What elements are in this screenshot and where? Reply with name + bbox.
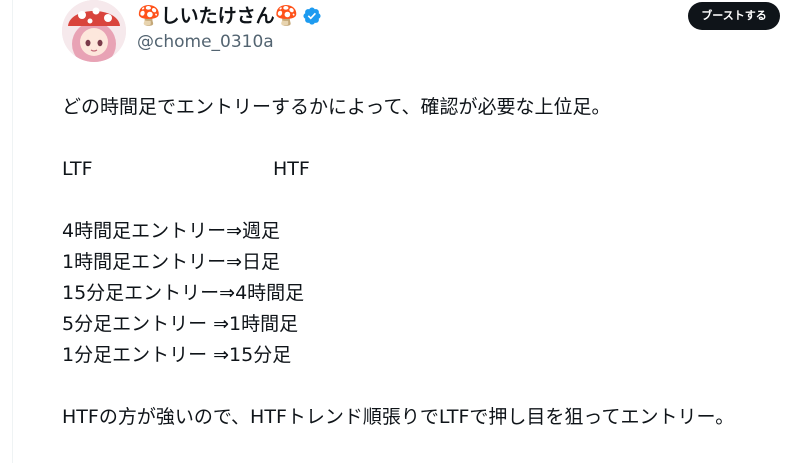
display-name[interactable]: 🍄しいたけさん🍄	[137, 4, 298, 28]
ltf-label: LTF	[62, 158, 93, 180]
mapping-line: 1分足エントリー ⇒15分足	[62, 344, 292, 366]
verified-badge-icon	[303, 7, 321, 25]
mapping-line: 1時間足エントリー⇒日足	[62, 251, 281, 273]
author-handle[interactable]: @chome_0310a	[137, 31, 274, 53]
mapping-line: 4時間足エントリー⇒週足	[62, 220, 281, 242]
timeframe-header: LTF HTF	[62, 154, 782, 185]
tweet-line-conclusion: HTFの方が強いので、HTFトレンド順張りでLTFで押し目を狙ってエントリー。	[62, 406, 735, 428]
boost-button[interactable]: ブーストする	[688, 2, 780, 30]
avatar[interactable]	[62, 0, 126, 62]
mapping-line: 5分足エントリー ⇒1時間足	[62, 313, 299, 335]
tweet-text: どの時間足でエントリーするかによって、確認が必要な上位足。 LTF HTF 4時…	[62, 92, 782, 433]
tweet-line-intro: どの時間足でエントリーするかによって、確認が必要な上位足。	[62, 96, 611, 118]
htf-label: HTF	[273, 158, 310, 180]
mapping-line: 15分足エントリー⇒4時間足	[62, 282, 305, 304]
author-name-row: 🍄しいたけさん🍄	[137, 4, 322, 28]
column-border	[12, 0, 13, 463]
